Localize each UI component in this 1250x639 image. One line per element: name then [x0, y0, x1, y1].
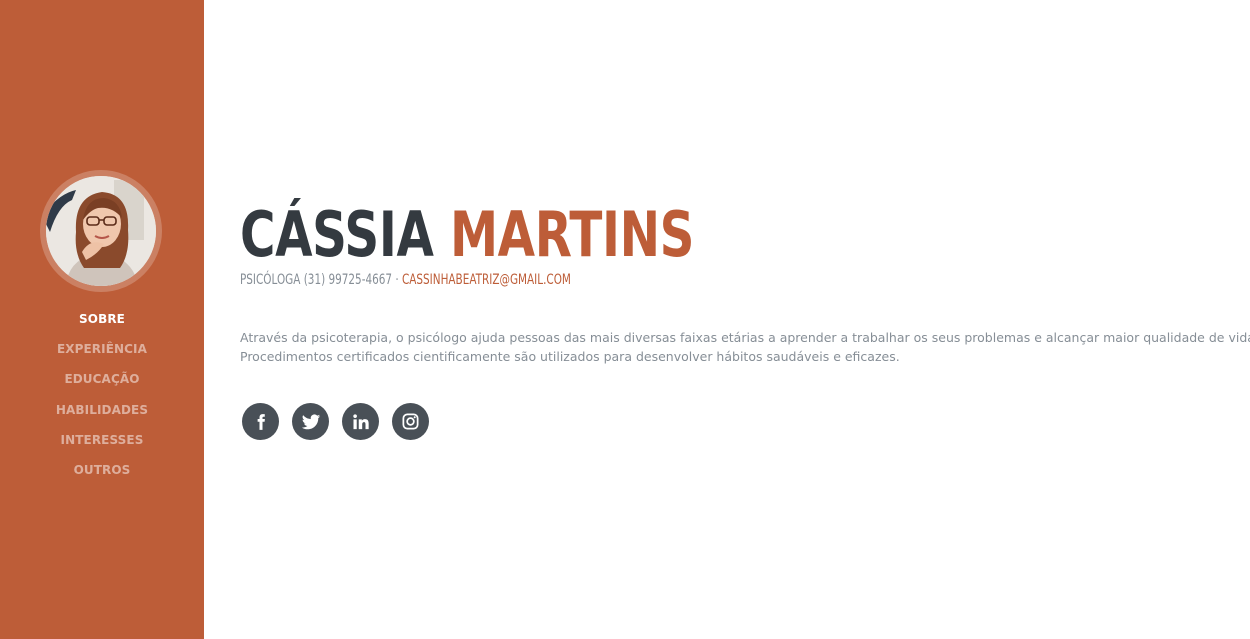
twitter-button[interactable]: [292, 403, 329, 440]
linkedin-icon: [352, 413, 369, 429]
bio-line-1: Através da psicoterapia, o psicólogo aju…: [240, 330, 1250, 345]
avatar-ring: [40, 170, 162, 292]
nav-item-interesses[interactable]: INTERESSES: [0, 425, 204, 455]
nav-item-experiencia[interactable]: EXPERIÊNCIA: [0, 334, 204, 364]
twitter-icon: [301, 413, 320, 429]
last-name: MARTINS: [449, 198, 695, 271]
first-name: CÁSSIA: [240, 198, 434, 271]
social-icons: [242, 403, 429, 440]
separator: ·: [395, 272, 399, 288]
facebook-button[interactable]: [242, 403, 279, 440]
sidebar: SOBRE EXPERIÊNCIA EDUCAÇÃO HABILIDADES I…: [0, 0, 204, 639]
page-title: CÁSSIA MARTINS: [240, 198, 695, 271]
bio: Através da psicoterapia, o psicólogo aju…: [240, 328, 1250, 366]
nav-item-educacao[interactable]: EDUCAÇÃO: [0, 364, 204, 394]
instagram-icon: [402, 413, 419, 430]
nav-item-sobre[interactable]: SOBRE: [0, 304, 204, 334]
contact-line: PSICÓLOGA (31) 99725-4667 · CASSINHABEAT…: [240, 272, 571, 288]
nav-item-outros[interactable]: OUTROS: [0, 455, 204, 485]
about-section: CÁSSIA MARTINS PSICÓLOGA (31) 99725-4667…: [240, 0, 1250, 639]
sidebar-nav: SOBRE EXPERIÊNCIA EDUCAÇÃO HABILIDADES I…: [0, 304, 204, 485]
facebook-icon: [257, 413, 265, 430]
email-link[interactable]: CASSINHABEATRIZ@GMAIL.COM: [402, 272, 571, 288]
profile-photo: [46, 176, 156, 286]
nav-item-habilidades[interactable]: HABILIDADES: [0, 395, 204, 425]
job-title: PSICÓLOGA: [240, 272, 301, 288]
bio-line-2: Procedimentos certificados cientificamen…: [240, 349, 900, 364]
phone: (31) 99725-4667: [303, 272, 393, 288]
linkedin-button[interactable]: [342, 403, 379, 440]
avatar[interactable]: [46, 176, 156, 286]
instagram-button[interactable]: [392, 403, 429, 440]
